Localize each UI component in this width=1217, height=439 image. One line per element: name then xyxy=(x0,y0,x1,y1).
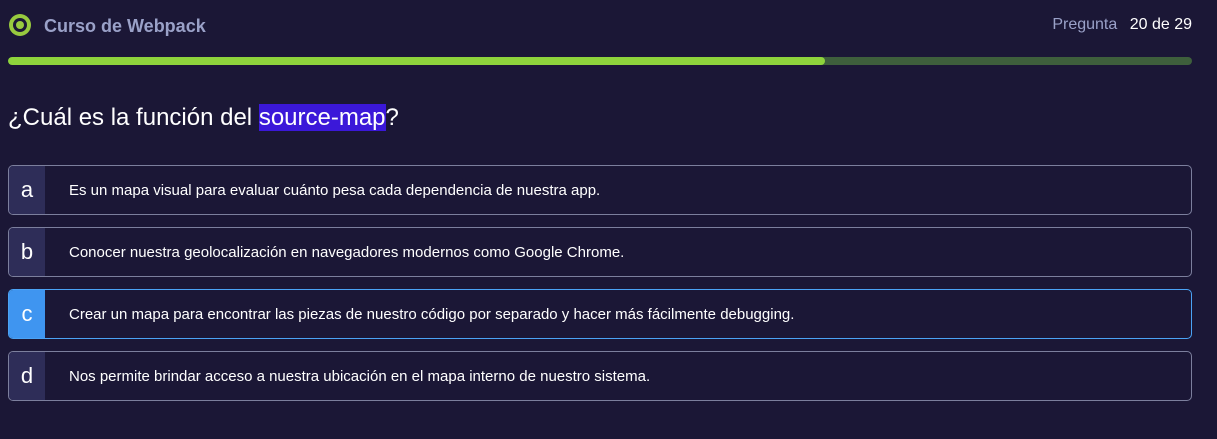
answer-text: Es un mapa visual para evaluar cuánto pe… xyxy=(69,181,601,199)
question-counter: Pregunta 20 de 29 xyxy=(1052,16,1192,34)
question-counter-label: Pregunta xyxy=(1052,16,1118,33)
platzi-logo-icon xyxy=(9,14,31,36)
answer-option-a[interactable]: a Es un mapa visual para evaluar cuánto … xyxy=(8,165,1192,215)
answer-option-b[interactable]: b Conocer nuestra geolocalización en nav… xyxy=(8,227,1192,277)
answer-letter: b xyxy=(9,228,45,276)
question-counter-value: 20 de 29 xyxy=(1129,16,1192,33)
answer-letter: c xyxy=(9,290,45,338)
question-prefix: ¿Cuál es la función del xyxy=(8,104,259,131)
answer-text: Crear un mapa para encontrar las piezas … xyxy=(69,305,795,323)
progress-bar-fill xyxy=(8,57,825,65)
answer-letter: a xyxy=(9,166,45,214)
question-text: ¿Cuál es la función del source-map? xyxy=(8,104,399,132)
answer-text: Nos permite brindar acceso a nuestra ubi… xyxy=(69,367,651,385)
answer-option-d[interactable]: d Nos permite brindar acceso a nuestra u… xyxy=(8,351,1192,401)
quiz-header: Curso de Webpack Pregunta 20 de 29 xyxy=(0,0,1217,52)
question-suffix: ? xyxy=(385,104,399,131)
answer-letter: d xyxy=(9,352,45,400)
question-highlight: source-map xyxy=(258,104,386,131)
course-title: Curso de Webpack xyxy=(44,16,206,36)
answer-text: Conocer nuestra geolocalización en naveg… xyxy=(69,243,625,261)
answer-option-c[interactable]: c Crear un mapa para encontrar las pieza… xyxy=(8,289,1192,339)
progress-bar xyxy=(8,57,1192,65)
